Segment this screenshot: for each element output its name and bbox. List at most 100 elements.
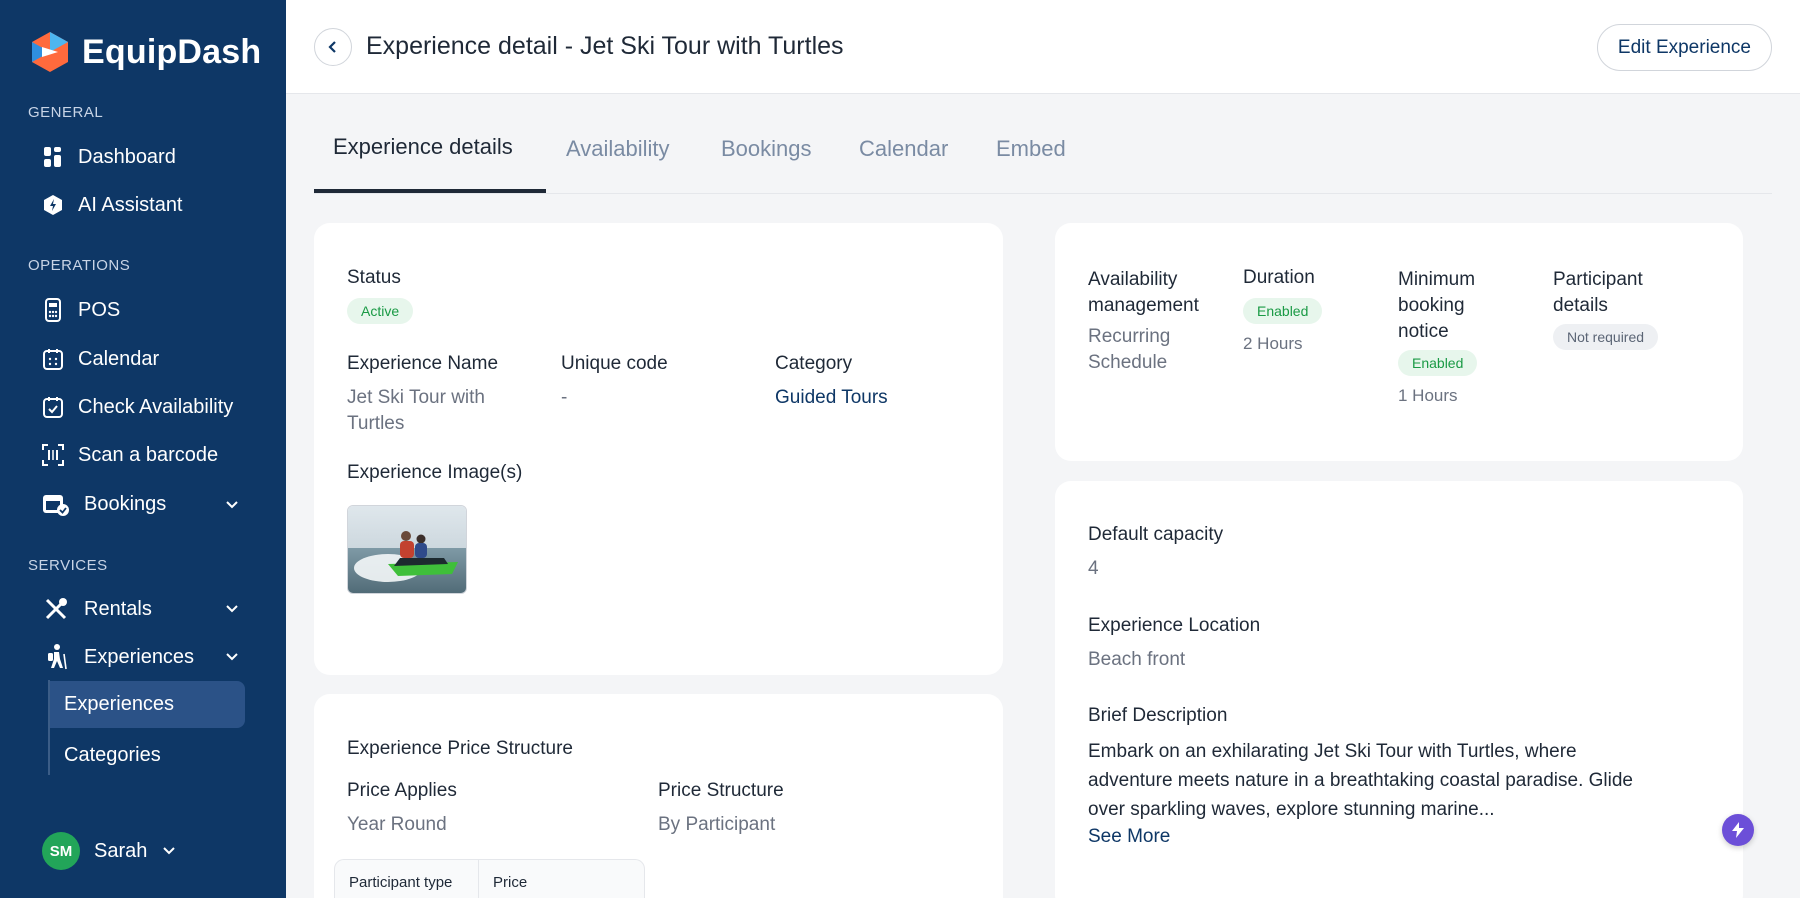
experience-location-value: Beach front: [1088, 649, 1186, 670]
value-line: Recurring: [1088, 326, 1171, 347]
duration-value: 2 Hours: [1243, 334, 1303, 353]
tab-bar: Experience details Availability Bookings…: [314, 100, 1772, 194]
sidebar-item-label: Calendar: [78, 347, 160, 370]
label-line: management: [1088, 295, 1199, 316]
barcode-scan-icon: [42, 443, 64, 467]
calendar-check-icon: [42, 395, 64, 419]
min-booking-notice-label: Minimum booking notice: [1398, 267, 1475, 345]
bookings-icon: [42, 492, 70, 516]
sidebar-item-label: Check Availability: [78, 395, 234, 418]
sidebar-subitem-categories[interactable]: Categories: [50, 732, 245, 779]
notice-status-badge: Enabled: [1398, 350, 1478, 376]
experience-name-label: Experience Name: [347, 353, 499, 374]
page-header: Experience detail - Jet Ski Tour with Tu…: [286, 0, 1800, 94]
dashboard-icon: [42, 145, 64, 169]
chevron-down-icon[interactable]: [224, 649, 240, 665]
avatar: SM: [42, 832, 80, 870]
see-more-link[interactable]: See More: [1088, 824, 1170, 850]
section-services: SERVICES: [28, 557, 108, 574]
logo-icon: [28, 30, 72, 74]
sidebar-item-rentals[interactable]: Rentals: [42, 597, 152, 621]
status-badge: Active: [347, 298, 414, 324]
app-logo[interactable]: EquipDash: [28, 30, 261, 74]
calendar-icon: [42, 347, 64, 371]
experience-name-line: Turtles: [347, 413, 405, 434]
brief-description-text: Embark on an exhilarating Jet Ski Tour w…: [1088, 737, 1633, 824]
chevron-down-icon[interactable]: [224, 601, 240, 617]
sidebar-item-label: AI Assistant: [78, 193, 183, 216]
experience-location-label: Experience Location: [1088, 615, 1261, 636]
experience-image-thumbnail[interactable]: [347, 505, 467, 594]
label-line: Participant: [1553, 269, 1643, 290]
experience-name-value: Jet Ski Tour with Turtles: [347, 385, 485, 437]
experience-name-line: Jet Ski Tour with: [347, 387, 485, 408]
chevron-down-icon[interactable]: [224, 497, 240, 513]
sidebar-item-label: Dashboard: [78, 145, 176, 168]
app-name: EquipDash: [82, 32, 262, 71]
back-button[interactable]: [314, 28, 352, 66]
column-participant-type: Participant type: [349, 874, 453, 891]
availability-management-label: Availability management: [1088, 267, 1199, 319]
tab-availability[interactable]: Availability: [566, 136, 670, 162]
tab-calendar[interactable]: Calendar: [859, 136, 948, 162]
price-structure-title: Experience Price Structure: [347, 738, 573, 759]
lightning-icon: [1732, 822, 1744, 838]
active-tab-indicator: [314, 189, 546, 193]
sidebar-item-ai-assistant[interactable]: AI Assistant: [42, 193, 183, 217]
duration-label: Duration: [1243, 267, 1315, 288]
price-structure-value: By Participant: [658, 814, 776, 835]
price-table-header: Participant type Price: [334, 859, 645, 898]
participant-details-badge: Not required: [1553, 324, 1659, 350]
sidebar-item-check-availability[interactable]: Check Availability: [42, 395, 233, 419]
tab-bookings[interactable]: Bookings: [721, 136, 812, 162]
price-applies-value: Year Round: [347, 814, 447, 835]
category-label: Category: [775, 353, 853, 374]
ai-quick-action-button[interactable]: [1722, 814, 1754, 846]
hiker-icon: [42, 644, 70, 670]
user-menu[interactable]: SM Sarah: [42, 832, 177, 870]
rentals-icon: [42, 597, 70, 621]
value-line: Schedule: [1088, 352, 1168, 373]
tab-experience-details[interactable]: Experience details: [333, 134, 513, 160]
price-structure-card: Experience Price Structure Price Applies…: [314, 694, 1003, 898]
experience-images-label: Experience Image(s): [347, 462, 523, 483]
availability-management-value: Recurring Schedule: [1088, 324, 1170, 376]
availability-summary-card: Availability management Recurring Schedu…: [1055, 223, 1743, 461]
sidebar-item-label: Rentals: [84, 597, 152, 620]
tab-embed[interactable]: Embed: [996, 136, 1066, 162]
pos-terminal-icon: [42, 298, 64, 322]
experience-info-card: Default capacity 4 Experience Location B…: [1055, 481, 1743, 898]
label-line: Minimum: [1398, 269, 1476, 290]
edit-experience-button[interactable]: Edit Experience: [1596, 24, 1772, 71]
sidebar-item-scan-barcode[interactable]: Scan a barcode: [42, 443, 218, 467]
description-line: over sparkling waves, explore stunning m…: [1088, 799, 1495, 820]
section-general: GENERAL: [28, 104, 104, 121]
price-applies-label: Price Applies: [347, 780, 457, 801]
description-line: adventure meets nature in a breathtaking…: [1088, 770, 1633, 791]
category-link[interactable]: Guided Tours: [775, 385, 888, 411]
notice-value: 1 Hours: [1398, 386, 1458, 405]
status-label: Status: [347, 267, 401, 288]
sidebar-subitem-experiences[interactable]: Experiences: [50, 681, 245, 728]
sidebar: EquipDash GENERAL Dashboard AI Assistant…: [0, 0, 286, 898]
sidebar-item-label: POS: [78, 298, 121, 321]
chevron-down-icon: [163, 847, 176, 855]
sidebar-item-experiences[interactable]: Experiences: [42, 644, 195, 670]
default-capacity-value: 4: [1088, 558, 1099, 579]
sidebar-item-label: Scan a barcode: [78, 443, 219, 466]
sidebar-item-label: Experiences: [84, 645, 195, 668]
section-operations: OPERATIONS: [28, 257, 131, 274]
duration-status-badge: Enabled: [1243, 298, 1323, 324]
sidebar-item-pos[interactable]: POS: [42, 298, 120, 322]
sidebar-item-calendar[interactable]: Calendar: [42, 347, 159, 371]
ai-assistant-icon: [42, 193, 64, 217]
label-line: notice: [1398, 321, 1449, 342]
label-line: Availability: [1088, 269, 1178, 290]
label-line: booking: [1398, 295, 1465, 316]
user-name: Sarah: [94, 839, 148, 862]
default-capacity-label: Default capacity: [1088, 524, 1224, 545]
sidebar-item-bookings[interactable]: Bookings: [42, 492, 166, 516]
unique-code-value: -: [561, 387, 568, 408]
sidebar-item-dashboard[interactable]: Dashboard: [42, 145, 176, 169]
column-price: Price: [478, 860, 644, 898]
